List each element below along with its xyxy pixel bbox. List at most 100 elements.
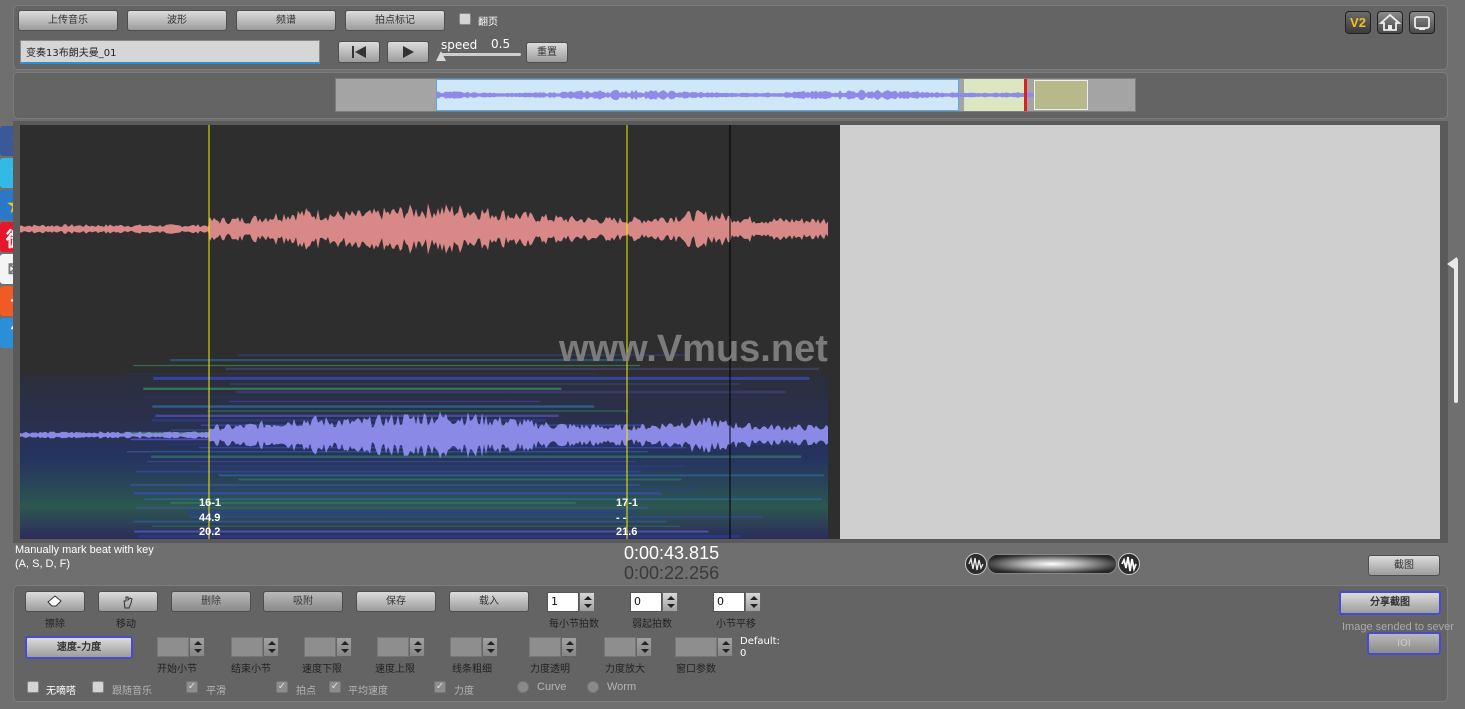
skip-start-icon	[352, 46, 366, 58]
save-button[interactable]: 保存	[356, 591, 436, 612]
bar-shift-label: 小节平移	[716, 619, 756, 630]
speed-upper-label: 速度上限	[375, 664, 415, 675]
beats-per-bar-label: 每小节拍数	[549, 619, 599, 630]
force-transparency-input[interactable]	[529, 637, 561, 657]
fullscreen-button[interactable]	[1409, 11, 1435, 34]
start-bar-stepper[interactable]	[189, 637, 205, 657]
vertical-scrollbar-track[interactable]	[1454, 258, 1458, 403]
overview-selection-box	[1034, 80, 1088, 110]
window-param-stepper[interactable]	[717, 637, 733, 657]
marker-2-bar: 17-1	[616, 497, 638, 509]
total-time: 0:00:22.256	[624, 563, 720, 583]
end-bar-label: 结束小节	[231, 664, 271, 675]
waveform-zoom-slider[interactable]	[987, 554, 1117, 574]
default-value: 0	[740, 648, 747, 659]
pickup-beats-stepper[interactable]	[662, 592, 678, 612]
speed-lower-stepper[interactable]	[336, 637, 352, 657]
home-button[interactable]	[1377, 11, 1403, 34]
follow-music-checkbox[interactable]	[92, 681, 104, 693]
marker-1-value1: 44.9	[199, 512, 220, 524]
version-badge[interactable]: V2	[1345, 11, 1371, 34]
hint-line-2: (A, S, D, F)	[15, 558, 70, 570]
line-width-stepper[interactable]	[482, 637, 498, 657]
curve-radio[interactable]	[517, 681, 529, 693]
current-time: 0:00:43.815	[624, 543, 720, 563]
move-button[interactable]	[98, 591, 158, 612]
beats-per-bar-stepper[interactable]	[579, 592, 595, 612]
erase-button[interactable]	[25, 591, 85, 612]
avg-speed-checkbox[interactable]: ✓	[329, 681, 341, 693]
pickup-beats-label: 弱起拍数	[632, 619, 672, 630]
rewind-button[interactable]	[338, 41, 380, 63]
speed-label: speed	[441, 38, 478, 52]
beat-mark-button[interactable]: 拍点标记	[345, 10, 445, 31]
beat-point-checkbox[interactable]: ✓	[276, 681, 288, 693]
waveform-spectrogram-viewer[interactable]: www.Vmus.net 16-1 44.9 20.2 17-1 - - 21.…	[20, 125, 840, 539]
curve-label: Curve	[537, 681, 567, 693]
eraser-icon	[47, 595, 62, 607]
force-zoom-stepper[interactable]	[636, 637, 652, 657]
wave-small-icon	[968, 556, 984, 571]
snap-button[interactable]: 吸附	[263, 591, 343, 612]
speed-slider-thumb[interactable]	[436, 51, 446, 61]
waveform-top-channel	[20, 203, 828, 255]
erase-label: 擦除	[45, 619, 65, 630]
waveform-zoom-in-button[interactable]	[1118, 553, 1140, 575]
overview-strip[interactable]	[335, 78, 1136, 112]
waveform-button[interactable]: 波形	[127, 10, 227, 31]
no-metronome-checkbox[interactable]	[27, 681, 39, 693]
end-bar-input[interactable]	[231, 637, 263, 657]
vertical-scrollbar-thumb[interactable]	[1447, 257, 1457, 271]
reset-button[interactable]: 重置	[526, 42, 568, 63]
window-param-input[interactable]	[675, 637, 717, 657]
force-checkbox[interactable]: ✓	[434, 681, 446, 693]
speed-force-button[interactable]: 速度-力度	[25, 636, 133, 659]
delete-button[interactable]: 删除	[171, 591, 251, 612]
follow-music-label: 跟随音乐	[112, 686, 152, 697]
window-param-label: 窗口参数	[676, 664, 716, 675]
speed-lower-input[interactable]	[304, 637, 336, 657]
home-icon	[1378, 13, 1402, 31]
hand-icon	[123, 596, 133, 609]
bar-shift-stepper[interactable]	[745, 592, 761, 612]
worm-label: Worm	[607, 681, 637, 693]
marker-2-value1: - -	[616, 512, 627, 524]
hint-line-1: Manually mark beat with key	[15, 544, 154, 556]
end-bar-stepper[interactable]	[263, 637, 279, 657]
speed-value: 0.5	[491, 37, 511, 51]
upload-music-button[interactable]: 上传音乐	[18, 10, 118, 31]
force-label: 力度	[454, 686, 474, 697]
beat-point-label: 拍点	[296, 686, 316, 697]
play-button[interactable]	[387, 41, 429, 63]
force-transparency-stepper[interactable]	[561, 637, 577, 657]
track-name-field[interactable]: 变奏13布朗夫曼_01	[20, 40, 320, 64]
spectrum-button[interactable]: 频谱	[236, 10, 336, 31]
share-screenshot-button[interactable]: 分享截图	[1339, 591, 1441, 615]
screenshot-button[interactable]: 截图	[1368, 555, 1440, 576]
ok-button[interactable]: IOI	[1367, 632, 1441, 655]
force-zoom-input[interactable]	[604, 637, 636, 657]
bar-shift-input[interactable]: 0	[713, 592, 745, 612]
force-zoom-label: 力度放大	[605, 664, 645, 675]
pickup-beats-input[interactable]: 0	[630, 592, 662, 612]
wave-large-icon	[1121, 556, 1137, 573]
line-width-input[interactable]	[450, 637, 482, 657]
load-button[interactable]: 载入	[449, 591, 529, 612]
speed-upper-input[interactable]	[377, 637, 409, 657]
start-bar-input[interactable]	[157, 637, 189, 657]
overview-waveform	[436, 89, 1036, 101]
no-metronome-label: 无嘀嗒	[46, 686, 76, 697]
overview-playhead[interactable]	[1023, 79, 1027, 111]
page-flip-checkbox[interactable]	[459, 13, 471, 25]
start-bar-label: 开始小节	[157, 664, 197, 675]
viewer-empty-area	[839, 125, 1440, 539]
smooth-checkbox[interactable]: ✓	[186, 681, 198, 693]
screen-icon	[1414, 16, 1430, 30]
speed-slider-track[interactable]	[441, 53, 521, 56]
smooth-label: 平滑	[206, 686, 226, 697]
worm-radio[interactable]	[587, 681, 599, 693]
beats-per-bar-input[interactable]: 1	[547, 592, 579, 612]
marker-1-value2: 20.2	[199, 526, 220, 538]
speed-upper-stepper[interactable]	[409, 637, 425, 657]
waveform-zoom-out-button[interactable]	[965, 553, 987, 575]
